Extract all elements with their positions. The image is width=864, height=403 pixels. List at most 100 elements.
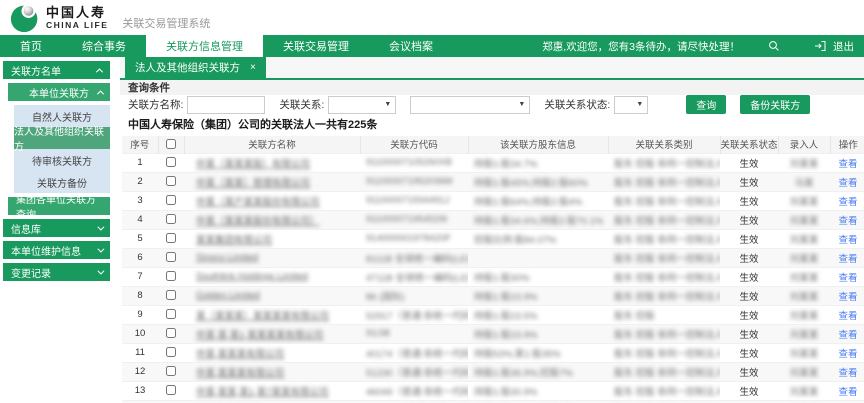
- chevron-down-icon: [97, 267, 104, 274]
- search-submit-button[interactable]: 查询: [686, 95, 726, 114]
- row-checkbox[interactable]: [166, 214, 176, 224]
- party-name-cell[interactable]: 中某,某某某有限公司: [184, 362, 360, 381]
- table-row: 3 中某（某产某某股份有限公司 911000071934491J 持股1:股64…: [122, 191, 864, 210]
- row-checkbox[interactable]: [166, 347, 176, 357]
- select-all-checkbox[interactable]: [166, 139, 176, 149]
- party-name-cell[interactable]: 中某,某某,某1,某7某某有限公司: [184, 381, 360, 400]
- row-number: 12: [122, 362, 158, 381]
- search-button[interactable]: [768, 40, 784, 52]
- party-name-cell[interactable]: 中某（某产某某股份有限公司: [184, 191, 360, 210]
- relation-status-cell: 生效: [720, 267, 778, 286]
- row-checkbox[interactable]: [166, 366, 176, 376]
- close-icon[interactable]: ×: [250, 62, 256, 73]
- view-link[interactable]: 查看: [838, 330, 857, 341]
- welcome-message: 郑惠,欢迎您，您有3条待办，请尽快处理！: [542, 39, 740, 54]
- row-checkbox[interactable]: [166, 233, 176, 243]
- row-checkbox[interactable]: [166, 385, 176, 395]
- relation-status-select[interactable]: ▼: [614, 96, 648, 114]
- view-link[interactable]: 查看: [838, 292, 857, 303]
- row-checkbox[interactable]: [166, 157, 176, 167]
- col-header-operator: 录入人: [778, 136, 830, 153]
- view-link[interactable]: 查看: [838, 235, 857, 246]
- relation-category-cell: 股东 控股 非同一控制法人: [608, 153, 720, 172]
- view-link[interactable]: 查看: [838, 311, 857, 322]
- sidebar-item-legal-person-orgs[interactable]: 法人及其他组织关联方: [14, 127, 110, 149]
- backup-party-button[interactable]: 备份关联方: [740, 95, 810, 114]
- shareholder-info-cell: 持股1:股30%: [468, 267, 608, 286]
- view-link[interactable]: 查看: [838, 273, 857, 284]
- nav-item-home[interactable]: 首页: [0, 35, 62, 57]
- operator-cell: 刘某某: [778, 362, 830, 381]
- sidebar-item-own-unit-maintained-info[interactable]: 本单位维护信息: [3, 241, 110, 259]
- nav-item-meeting-archives[interactable]: 会议档案: [369, 35, 453, 57]
- view-link[interactable]: 查看: [838, 178, 857, 189]
- action-cell: 查看: [830, 191, 864, 210]
- relation-label: 关联关系:: [279, 97, 324, 112]
- table-row: 9 某（某某某）某某某某有限公司 52917（普通:非统一代码） 持股1:股23…: [122, 305, 864, 324]
- table-row: 11 中某,某某某有限公司 40174（普通:非统一代码） 持股53%;某1:股…: [122, 343, 864, 362]
- sidebar-item-group-unit-query[interactable]: 集团各单位关联方查询: [8, 197, 110, 215]
- row-checkbox[interactable]: [166, 271, 176, 281]
- row-checkbox[interactable]: [166, 252, 176, 262]
- brand-name-cn: 中国人寿: [46, 6, 108, 19]
- party-code-cell: 911000071934491J: [360, 191, 468, 210]
- sidebar-item-label: 关联方名单: [11, 63, 61, 78]
- shareholder-info-cell: 持股1:股45%;持股2:股60%: [468, 172, 608, 191]
- row-checkbox[interactable]: [166, 309, 176, 319]
- chevron-up-icon: [96, 68, 103, 75]
- view-link[interactable]: 查看: [838, 159, 857, 170]
- operator-cell: 刘某某: [778, 324, 830, 343]
- table-header-row: 序号 关联方名称 关联方代码 该关联方股东信息 关联关系类别 关联关系状态 录入…: [122, 136, 864, 153]
- nav-item-related-party-info[interactable]: 关联方信息管理: [146, 35, 263, 57]
- row-checkbox[interactable]: [166, 290, 176, 300]
- operator-cell: 刘某某: [778, 191, 830, 210]
- nav-item-related-transactions[interactable]: 关联交易管理: [263, 35, 369, 57]
- view-link[interactable]: 查看: [838, 387, 857, 398]
- table-row: 2 中某（某某）管理有限公司 911000071952036M 持股1:股45%…: [122, 172, 864, 191]
- party-name-cell[interactable]: 某某集团有限公司: [184, 229, 360, 248]
- party-name-cell[interactable]: Southlink Holdings Limited: [184, 267, 360, 286]
- relation-sub-select[interactable]: ▼: [410, 96, 530, 114]
- party-name-label: 关联方名称:: [128, 97, 183, 112]
- sidebar-subgroup: 自然人关联方 法人及其他组织关联方 待审核关联方 关联方备份: [14, 105, 110, 193]
- action-cell: 查看: [830, 248, 864, 267]
- row-checkbox-cell: [158, 381, 184, 400]
- relation-select[interactable]: ▼: [328, 96, 396, 114]
- table-row: 7 Southlink Holdings Limited 4711B 全球统一编…: [122, 267, 864, 286]
- row-checkbox[interactable]: [166, 328, 176, 338]
- tab-legal-person-orgs[interactable]: 法人及其他组织关联方 ×: [125, 57, 266, 78]
- party-name-cell[interactable]: Golden Limited: [184, 286, 360, 305]
- party-name-cell[interactable]: 中某,某某某有限公司: [184, 343, 360, 362]
- chevron-down-icon: [97, 223, 104, 230]
- logout-button[interactable]: 退出: [814, 39, 854, 54]
- row-checkbox-cell: [158, 172, 184, 191]
- sidebar-item-info-library[interactable]: 信息库: [3, 219, 110, 237]
- sidebar-item-own-unit-related-party[interactable]: 本单位关联方: [8, 83, 110, 101]
- china-life-logo-icon: [10, 3, 40, 33]
- view-link[interactable]: 查看: [838, 254, 857, 265]
- query-section-header: 查询条件: [120, 80, 864, 95]
- sidebar-item-party-backup[interactable]: 关联方备份: [14, 171, 110, 193]
- view-link[interactable]: 查看: [838, 216, 857, 227]
- view-link[interactable]: 查看: [838, 197, 857, 208]
- relation-status-cell: 生效: [720, 229, 778, 248]
- action-cell: 查看: [830, 267, 864, 286]
- row-checkbox-cell: [158, 362, 184, 381]
- view-link[interactable]: 查看: [838, 349, 857, 360]
- party-name-input[interactable]: [187, 96, 265, 114]
- row-checkbox[interactable]: [166, 195, 176, 205]
- sidebar-item-related-party-list[interactable]: 关联方名单: [3, 61, 110, 79]
- party-name-cell[interactable]: Sinoco Limited: [184, 248, 360, 267]
- shareholder-info-cell: 持股1:股34.6%;持股2:股70.1%: [468, 210, 608, 229]
- row-checkbox[interactable]: [166, 176, 176, 186]
- party-name-cell[interactable]: 中某（某某某股份有限公司）: [184, 210, 360, 229]
- sidebar-item-change-records[interactable]: 变更记录: [3, 263, 110, 281]
- party-name-cell[interactable]: 中某（某某）管理有限公司: [184, 172, 360, 191]
- party-name-cell[interactable]: 某（某某某）某某某某有限公司: [184, 305, 360, 324]
- view-link[interactable]: 查看: [838, 368, 857, 379]
- party-code-cell: 86 (国际): [360, 286, 468, 305]
- row-checkbox-cell: [158, 153, 184, 172]
- party-name-cell[interactable]: 中某（某某某股）有限公司: [184, 153, 360, 172]
- party-name-cell[interactable]: 中某,某,某1,某某某某有限公司: [184, 324, 360, 343]
- nav-item-general-affairs[interactable]: 综合事务: [62, 35, 146, 57]
